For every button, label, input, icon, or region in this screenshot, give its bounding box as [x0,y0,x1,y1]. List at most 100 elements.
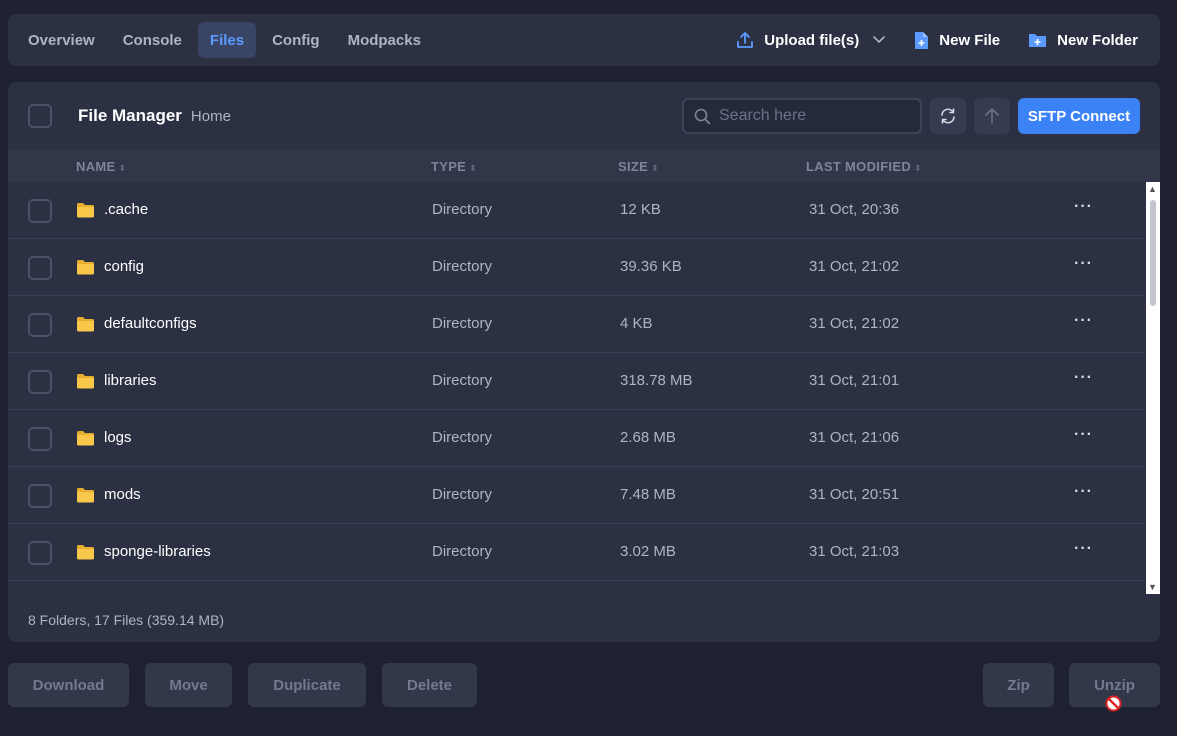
refresh-icon [941,108,955,124]
row-checkbox[interactable] [28,256,52,280]
column-name[interactable]: NAME ⬍ [76,159,126,174]
file-name[interactable]: sponge-libraries [104,543,211,560]
search-input[interactable] [719,107,909,125]
upload-files-button[interactable]: Upload file(s) [722,22,899,58]
scrollbar-thumb[interactable] [1150,200,1156,306]
file-manager-header: File Manager Home SFTP Connect [8,82,1160,150]
delete-button[interactable]: Delete [382,663,477,707]
tab-config[interactable]: Config [260,22,331,58]
breadcrumb[interactable]: Home [191,108,231,125]
more-options-icon[interactable]: ··· [1074,369,1093,387]
upload-files-label: Upload file(s) [764,31,860,49]
not-allowed-cursor-icon [1105,695,1122,712]
table-row[interactable]: logs Directory 2.68 MB 31 Oct, 21:06 ··· [8,410,1144,467]
search-icon [694,108,711,124]
folder-icon [77,374,94,389]
tab-console[interactable]: Console [111,22,194,58]
file-name[interactable]: libraries [104,372,157,389]
scrollbar[interactable]: ▲ ▼ [1146,182,1160,594]
file-name[interactable]: config [104,258,144,275]
new-file-label: New File [939,31,1001,49]
file-last-modified: 31 Oct, 21:01 [809,372,900,389]
file-name[interactable]: defaultconfigs [104,315,197,332]
new-folder-icon [1029,34,1047,47]
folder-icon [77,488,94,503]
file-size: 12 KB [620,201,661,218]
column-size[interactable]: SIZE ⬍ [618,159,659,174]
column-last-modified[interactable]: LAST MODIFIED ⬍ [806,159,922,174]
file-last-modified: 31 Oct, 21:06 [809,429,900,446]
file-last-modified: 31 Oct, 21:03 [809,543,900,560]
file-type: Directory [432,429,493,446]
file-size: 318.78 MB [620,372,693,389]
table-row[interactable]: mods Directory 7.48 MB 31 Oct, 20:51 ··· [8,467,1144,524]
file-last-modified: 31 Oct, 20:36 [809,201,900,218]
more-options-icon[interactable]: ··· [1074,312,1093,330]
file-manager-panel: File Manager Home SFTP Connect NAME⬍ [8,82,1160,642]
table-row[interactable]: libraries Directory 318.78 MB 31 Oct, 21:01… [8,353,1144,410]
table-row[interactable]: sponge-libraries Directory 3.02 MB 31 Oct, … [8,524,1144,581]
table-row[interactable]: .cache Directory 12 KB 31 Oct, 20:36 ··· [8,182,1144,239]
scroll-up-icon[interactable]: ▲ [1148,184,1157,194]
table-row[interactable]: defaultconfigs Directory 4 KB 31 Oct, 21:02… [8,296,1144,353]
file-type: Directory [432,543,493,560]
file-size: 39.36 KB [620,258,682,275]
arrow-up-icon [985,108,999,124]
column-type[interactable]: TYPE ⬍ [431,159,477,174]
tab-overview[interactable]: Overview [16,22,107,58]
row-checkbox[interactable] [28,541,52,565]
table-header: NAME ⬍ TYPE ⬍ SIZE ⬍ LAST MODIFIED ⬍ [8,150,1160,182]
file-summary: 8 Folders, 17 Files (359.14 MB) [28,612,225,628]
tab-files[interactable]: Files [197,22,257,58]
move-button[interactable]: Move [145,663,232,707]
file-size: 2.68 MB [620,429,676,446]
file-last-modified: 31 Oct, 20:51 [809,486,900,503]
file-type: Directory [432,258,493,275]
folder-icon [77,203,94,218]
row-checkbox[interactable] [28,484,52,508]
scroll-down-icon[interactable]: ▼ [1148,582,1157,592]
new-folder-button[interactable]: New Folder [1014,22,1152,58]
file-size: 4 KB [620,315,653,332]
more-options-icon[interactable]: ··· [1074,255,1093,273]
file-last-modified: 31 Oct, 21:02 [809,258,900,275]
new-file-icon [915,31,929,49]
duplicate-button[interactable]: Duplicate [248,663,366,707]
row-checkbox[interactable] [28,199,52,223]
new-file-button[interactable]: New File [899,22,1014,58]
chevron-down-icon[interactable] [873,36,886,44]
folder-icon [77,317,94,332]
file-type: Directory [432,201,493,218]
more-options-icon[interactable]: ··· [1074,426,1093,444]
file-last-modified: 31 Oct, 21:02 [809,315,900,332]
more-options-icon[interactable]: ··· [1074,198,1093,216]
file-name[interactable]: .cache [104,201,148,218]
file-size: 3.02 MB [620,543,676,560]
tab-modpacks[interactable]: Modpacks [336,22,433,58]
folder-icon [77,431,94,446]
refresh-button[interactable] [930,98,966,134]
file-type: Directory [432,315,493,332]
file-name[interactable]: mods [104,486,141,503]
file-list: .cache Directory 12 KB 31 Oct, 20:36 ··· conf… [8,182,1144,592]
file-type: Directory [432,372,493,389]
zip-button[interactable]: Zip [983,663,1054,707]
folder-icon [77,260,94,275]
folder-icon [77,545,94,560]
row-checkbox[interactable] [28,313,52,337]
row-checkbox[interactable] [28,427,52,451]
table-row[interactable]: config Directory 39.36 KB 31 Oct, 21:02 ··· [8,239,1144,296]
sftp-connect-button[interactable]: SFTP Connect [1018,98,1140,134]
upload-icon [737,32,754,48]
row-checkbox[interactable] [28,370,52,394]
file-name[interactable]: logs [104,429,132,446]
parent-directory-button[interactable] [974,98,1010,134]
search-box [682,98,922,134]
file-size: 7.48 MB [620,486,676,503]
page-title: File Manager [78,106,182,125]
more-options-icon[interactable]: ··· [1074,483,1093,501]
top-nav-bar: Overview Console Files Config Modpacks U… [8,14,1160,66]
select-all-checkbox[interactable] [28,104,52,128]
more-options-icon[interactable]: ··· [1074,540,1093,558]
download-button[interactable]: Download [8,663,129,707]
